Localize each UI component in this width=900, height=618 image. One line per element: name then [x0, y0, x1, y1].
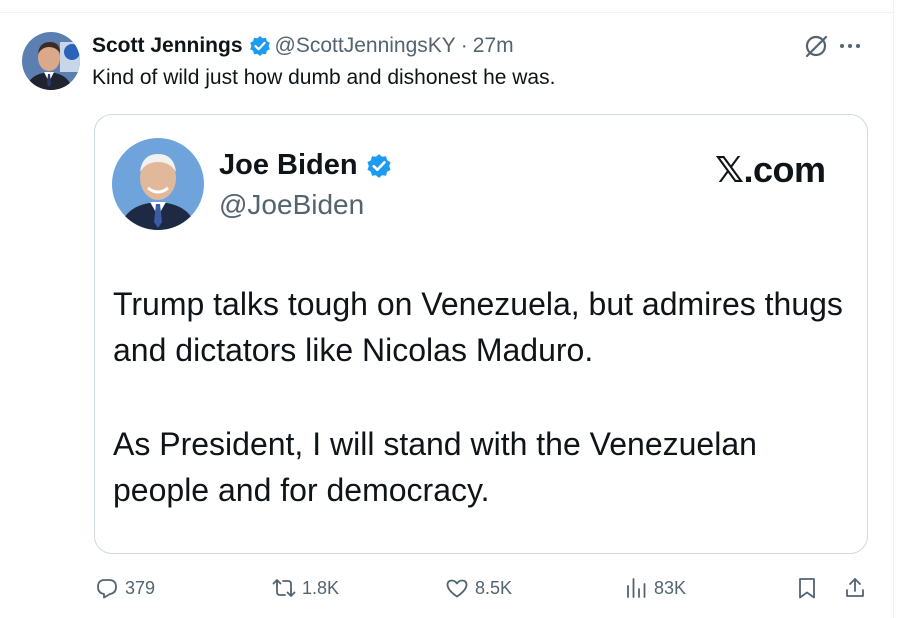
views-count: 83K	[654, 577, 687, 598]
views-button[interactable]: 83K	[624, 570, 686, 606]
quoted-paragraph: Trump talks tough on Venezuela, but admi…	[113, 286, 843, 368]
quoted-handle: @JoeBiden	[219, 189, 365, 220]
verified-badge-icon	[367, 153, 391, 178]
author-handle[interactable]: @ScottJenningsKY	[275, 34, 456, 58]
verified-badge-icon	[249, 36, 270, 56]
like-icon	[446, 579, 468, 598]
grok-icon[interactable]	[803, 33, 829, 59]
share-icon	[846, 578, 864, 597]
quoted-paragraph: As President, I will stand with the Vene…	[113, 426, 757, 508]
reply-count: 379	[125, 577, 156, 598]
views-icon	[627, 578, 646, 598]
quoted-author-name: Joe Biden	[219, 149, 358, 181]
separator-dot: ·	[460, 34, 468, 57]
author-avatar[interactable]	[22, 32, 80, 90]
like-count: 8.5K	[475, 577, 513, 598]
share-button[interactable]	[843, 570, 867, 606]
repost-button[interactable]: 1.8K	[272, 570, 339, 606]
quoted-name-row: Joe Biden	[219, 149, 392, 182]
divider-top	[0, 12, 893, 13]
bookmark-icon	[799, 578, 815, 599]
quoted-image-card[interactable]: Joe Biden @JoeBiden 𝕏.com Trump talks to…	[94, 114, 868, 554]
quoted-avatar	[112, 138, 204, 230]
x-brand-label: 𝕏.com	[715, 149, 826, 190]
like-button[interactable]: 8.5K	[445, 570, 512, 606]
divider-right	[893, 0, 894, 618]
post-text: Kind of wild just how dumb and dishonest…	[92, 66, 556, 89]
bookmark-button[interactable]	[795, 570, 819, 606]
more-icon[interactable]	[838, 36, 862, 56]
post-header: Scott Jennings @ScottJenningsKY · 27m	[92, 34, 514, 58]
post-time[interactable]: 27m	[473, 34, 514, 58]
reply-icon	[97, 579, 117, 599]
repost-icon	[272, 579, 296, 597]
author-name[interactable]: Scott Jennings	[92, 34, 243, 58]
action-bar: 379 1.8K 8.5K 83K	[0, 570, 893, 606]
reply-button[interactable]: 379	[95, 570, 155, 606]
repost-count: 1.8K	[302, 577, 340, 598]
